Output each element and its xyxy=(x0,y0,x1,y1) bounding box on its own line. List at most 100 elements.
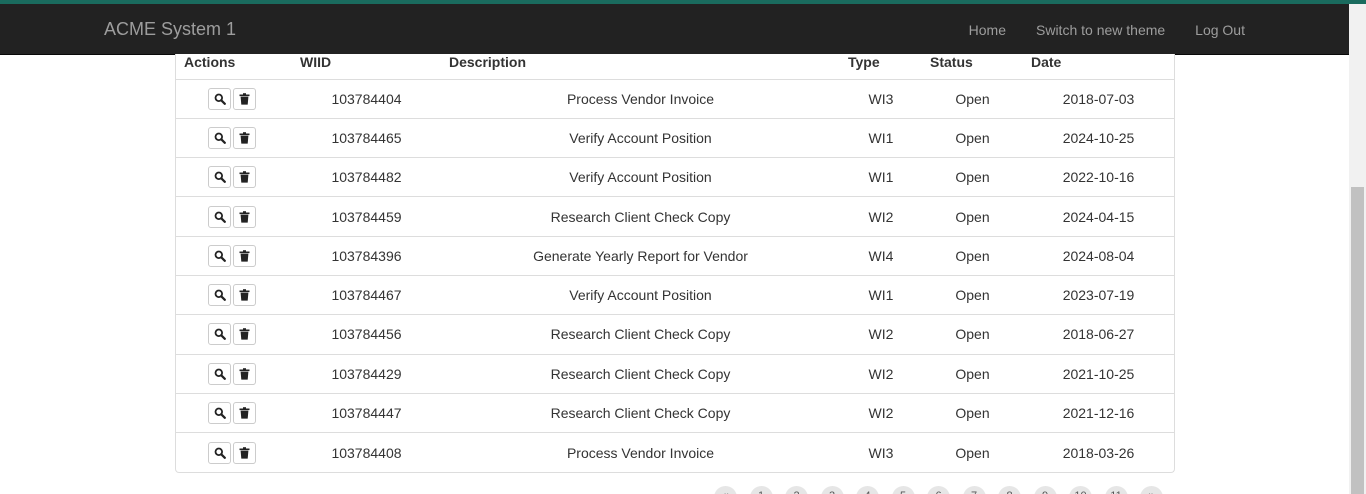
page-link[interactable]: 11 xyxy=(1104,486,1128,494)
page-link[interactable]: » xyxy=(1140,486,1163,494)
cell-type: WI2 xyxy=(840,196,922,237)
trash-icon xyxy=(239,289,250,301)
delete-button[interactable] xyxy=(233,323,256,346)
row-actions xyxy=(176,314,292,355)
page-link[interactable]: 8 xyxy=(998,486,1021,494)
table-row: 103784465 Verify Account Position WI1 Open 2… xyxy=(176,118,1174,159)
cell-date: 2018-06-27 xyxy=(1023,314,1174,355)
table-row: 103784408 Process Vendor Invoice WI3 Open 20… xyxy=(176,433,1174,472)
view-button[interactable] xyxy=(208,205,231,228)
page-link[interactable]: « xyxy=(714,486,737,494)
view-button[interactable] xyxy=(208,244,231,267)
cell-description: Verify Account Position xyxy=(441,157,840,198)
row-actions xyxy=(176,118,292,159)
search-icon xyxy=(214,93,226,105)
navbar: ACME System 1 Home Switch to new theme L… xyxy=(0,4,1349,55)
cell-type: WI1 xyxy=(840,157,922,198)
cell-wiid: 103784467 xyxy=(292,275,441,316)
cell-description: Process Vendor Invoice xyxy=(566,444,715,461)
cell-wiid: 103784408 xyxy=(331,444,402,461)
search-icon xyxy=(214,132,226,144)
row-actions xyxy=(176,196,292,237)
view-button[interactable] xyxy=(208,402,231,425)
page-link[interactable]: 2 xyxy=(785,486,808,494)
page-link[interactable]: 5 xyxy=(891,486,915,494)
brand-title[interactable]: ACME System 1 xyxy=(104,19,236,39)
cell-status: Open xyxy=(922,196,1023,237)
cell-wiid: 103784429 xyxy=(292,354,441,394)
page-link[interactable]: 1 xyxy=(749,486,773,494)
cell-description: Verify Account Position xyxy=(441,118,840,159)
view-button[interactable] xyxy=(208,87,231,110)
cell-date: 2018-07-03 xyxy=(1023,79,1174,119)
page-link[interactable]: 7 xyxy=(962,486,986,494)
delete-button[interactable] xyxy=(233,362,256,385)
cell-status: Open xyxy=(922,118,1023,159)
search-icon xyxy=(214,171,226,184)
delete-button[interactable] xyxy=(233,205,256,228)
header-actions: Actions xyxy=(176,54,292,80)
delete-button[interactable] xyxy=(233,284,256,307)
trash-icon xyxy=(239,367,250,380)
header-status: Status xyxy=(922,54,1023,80)
page-link[interactable]: 9 xyxy=(1033,486,1057,494)
cell-wiid: 103784456 xyxy=(292,314,441,355)
cell-date: 2018-03-26 xyxy=(1062,444,1135,461)
delete-button[interactable] xyxy=(233,126,256,149)
cell-status: Open xyxy=(922,157,1023,198)
cell-status: Open xyxy=(922,79,1023,119)
cell-wiid: 103784447 xyxy=(292,393,441,434)
cell-description: Verify Account Position xyxy=(441,275,840,316)
row-actions xyxy=(176,393,292,434)
search-icon xyxy=(214,368,226,380)
cell-status: Open xyxy=(922,393,1023,434)
search-icon xyxy=(214,329,226,341)
view-button[interactable] xyxy=(208,362,231,385)
trash-icon xyxy=(239,250,250,262)
work-items-table: Actions WIID Description Type Status Dat… xyxy=(176,54,1174,472)
nav-home-link[interactable]: Home xyxy=(969,22,1006,38)
trash-icon xyxy=(239,171,250,183)
nav-logout-link[interactable]: Log Out xyxy=(1195,22,1245,38)
header-wiid: WIID xyxy=(292,54,441,80)
table-row: 103784396 Generate Yearly Report for Vend… xyxy=(176,236,1174,276)
row-actions xyxy=(176,275,292,316)
row-actions xyxy=(176,236,292,276)
cell-date: 2024-04-15 xyxy=(1023,196,1174,237)
page-link[interactable]: 10 xyxy=(1069,486,1092,494)
cell-date: 2023-07-19 xyxy=(1023,275,1174,316)
delete-button[interactable] xyxy=(233,402,256,425)
table-row: 103784429 Research Client Check Copy WI2 Op… xyxy=(176,354,1174,394)
page-link[interactable]: 4 xyxy=(856,486,879,494)
scrollbar-thumb[interactable] xyxy=(1351,187,1364,494)
search-icon xyxy=(214,289,226,302)
delete-button[interactable] xyxy=(233,441,256,464)
nav-switch-theme-link[interactable]: Switch to new theme xyxy=(1036,22,1165,38)
cell-description: Research Client Check Copy xyxy=(441,196,840,237)
view-button[interactable] xyxy=(208,166,231,189)
view-button[interactable] xyxy=(208,284,231,307)
view-button[interactable] xyxy=(208,441,231,464)
cell-wiid: 103784404 xyxy=(292,79,441,119)
table-row: 103784404 Process Vendor Invoice WI3 Open 20… xyxy=(176,79,1174,119)
delete-button[interactable] xyxy=(233,87,256,110)
search-icon xyxy=(214,407,226,419)
page-link[interactable]: 3 xyxy=(820,486,844,494)
cell-type: WI3 xyxy=(840,79,922,119)
view-button[interactable] xyxy=(208,323,231,346)
table-row: 103784459 Research Client Check Copy WI2 Op… xyxy=(176,196,1174,237)
nav-links: Home Switch to new theme Log Out xyxy=(939,4,1245,55)
delete-button[interactable] xyxy=(233,166,256,189)
trash-icon xyxy=(239,210,250,223)
vertical-scrollbar[interactable] xyxy=(1349,4,1366,494)
cell-wiid: 103784459 xyxy=(292,196,441,237)
view-button[interactable] xyxy=(208,126,231,149)
cell-wiid: 103784465 xyxy=(292,118,441,159)
row-actions xyxy=(176,354,292,394)
delete-button[interactable] xyxy=(233,244,256,267)
cell-description: Research Client Check Copy xyxy=(441,393,840,434)
page-link[interactable]: 6 xyxy=(927,486,950,494)
cell-description: Research Client Check Copy xyxy=(441,314,840,355)
trash-icon xyxy=(239,407,250,419)
trash-icon xyxy=(239,328,250,341)
